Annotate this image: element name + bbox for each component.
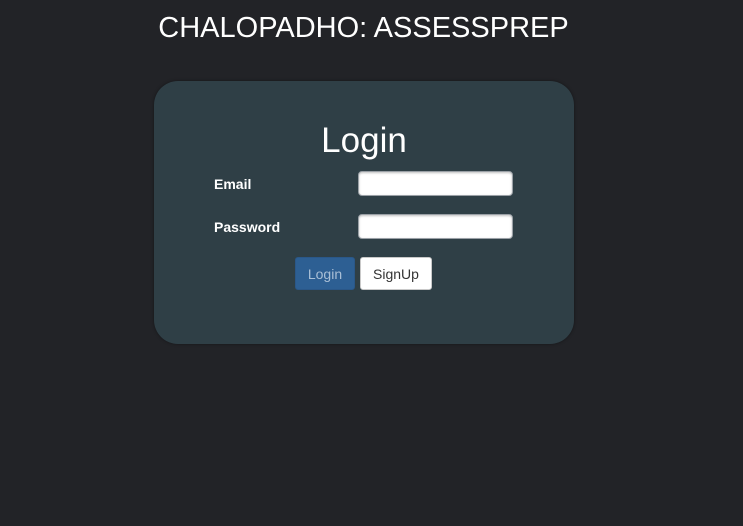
signup-button[interactable]: SignUp [360,257,432,290]
login-button[interactable]: Login [295,257,355,290]
password-input[interactable] [358,214,513,239]
login-card: Login Email Password Login SignUp [154,81,574,344]
app-title: CHALOPADHO: ASSESSPREP [158,12,569,44]
page: CHALOPADHO: ASSESSPREP Login Email Passw… [0,0,743,526]
email-label: Email [214,176,252,192]
login-heading: Login [321,121,407,160]
password-label: Password [214,219,281,235]
email-input[interactable] [358,171,513,196]
